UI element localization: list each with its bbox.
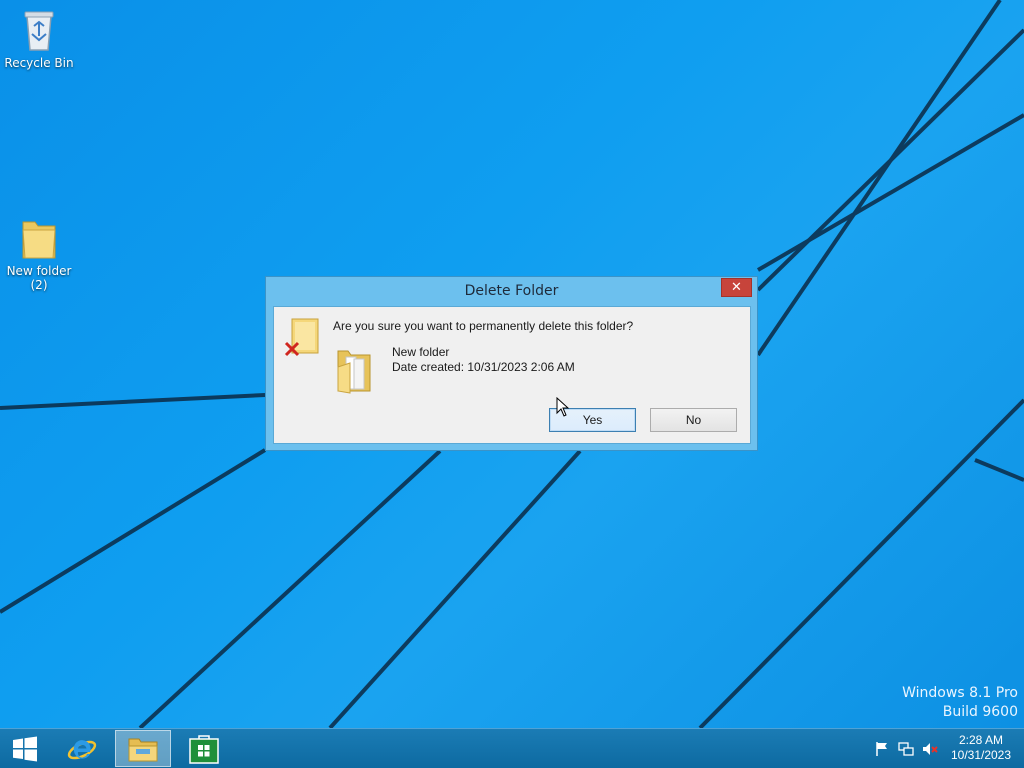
recycle-bin-icon <box>24 11 54 51</box>
mouse-cursor-icon <box>556 397 570 417</box>
taskbar-file-explorer[interactable] <box>115 730 171 767</box>
start-button[interactable] <box>0 730 50 767</box>
taskbar-store[interactable] <box>176 730 232 767</box>
internet-explorer-icon <box>67 739 97 759</box>
flag-icon[interactable] <box>874 741 890 757</box>
new-folder-label: New folder <box>6 264 72 278</box>
windows-logo-icon <box>13 736 37 761</box>
dialog-body: Are you sure you want to permanently del… <box>273 306 751 444</box>
dialog-title[interactable]: Delete Folder <box>266 277 757 306</box>
taskbar-internet-explorer[interactable] <box>54 730 110 767</box>
taskbar: 2:28 AM 10/31/2023 <box>0 728 1024 768</box>
store-icon <box>189 734 219 764</box>
item-name: New folder <box>392 345 450 359</box>
folder-thumbnail-icon <box>337 350 371 394</box>
clock-time: 2:28 AM <box>958 733 1004 747</box>
file-explorer-icon <box>128 738 158 761</box>
volume-muted-icon[interactable] <box>922 741 938 757</box>
folder-icon <box>22 221 56 259</box>
delete-folder-dialog: Delete Folder ✕ Are you sure you want to… <box>265 276 758 451</box>
clock-date: 10/31/2023 <box>950 748 1012 762</box>
windows-watermark: Windows 8.1 Pro Build 9600 <box>902 684 1018 722</box>
close-button[interactable]: ✕ <box>721 278 752 297</box>
no-button[interactable]: No <box>650 408 737 432</box>
desktop-icon-recycle-bin[interactable]: Recycle Bin <box>0 6 78 70</box>
recycle-bin-label: Recycle Bin <box>4 56 74 70</box>
desktop-icon-new-folder[interactable]: New folder (2) <box>0 214 78 292</box>
item-date-created: Date created: 10/31/2023 2:06 AM <box>392 360 575 374</box>
watermark-build: Build 9600 <box>942 704 1018 720</box>
dialog-question: Are you sure you want to permanently del… <box>333 319 634 333</box>
desktop: Recycle Bin New folder (2) Windows 8.1 P… <box>0 0 1024 768</box>
delete-folder-icon <box>284 318 319 357</box>
new-folder-sublabel: (2) <box>30 278 48 292</box>
watermark-edition: Windows 8.1 Pro <box>902 685 1018 701</box>
taskbar-clock[interactable]: 2:28 AM 10/31/2023 <box>946 733 1016 763</box>
network-icon[interactable] <box>898 741 914 757</box>
